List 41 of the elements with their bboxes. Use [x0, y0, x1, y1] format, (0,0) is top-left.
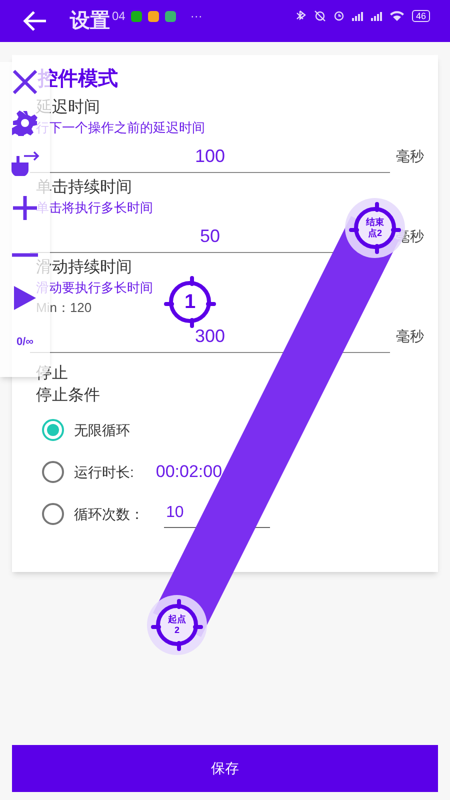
section-title: 控件模式: [38, 67, 119, 92]
setting-label: 单击持续时间: [35, 178, 133, 198]
option-label: 运行时长:: [74, 462, 134, 482]
option-label: 无限循环: [74, 420, 130, 440]
alarm-icon: [334, 11, 344, 21]
count-field[interactable]: 10: [166, 500, 184, 524]
duration-value[interactable]: 00:02:00: [156, 459, 222, 485]
status-time: 04: [112, 8, 126, 25]
close-icon[interactable]: [11, 68, 39, 96]
radio-button[interactable]: [42, 461, 64, 483]
value-field[interactable]: 50: [200, 223, 220, 249]
loop-counter: 0/∞: [16, 335, 34, 350]
stop-heading: 停止: [35, 364, 69, 384]
radio-button[interactable]: [42, 419, 64, 441]
setting-label: 滑动持续时间: [35, 258, 133, 278]
minus-icon[interactable]: [11, 252, 39, 258]
signal-icon: [370, 11, 382, 21]
app-notification-icon: [131, 10, 142, 22]
value-field[interactable]: 100: [194, 143, 226, 169]
more-notifications: ···: [190, 8, 202, 25]
swipe-point-marker[interactable]: 起点2: [147, 595, 207, 655]
mute-icon: [314, 10, 326, 22]
swipe-gesture-icon[interactable]: [10, 150, 40, 176]
unit-label: 毫秒: [396, 147, 424, 166]
value-field[interactable]: 300: [194, 323, 226, 349]
screen-title: 设置: [70, 9, 110, 34]
app-notification-icon: [165, 10, 176, 22]
stop-condition-label: 停止条件: [35, 386, 101, 406]
settings-icon[interactable]: [12, 110, 38, 136]
play-icon[interactable]: [12, 284, 38, 312]
option-label: 循环次数：: [74, 504, 144, 524]
battery-indicator: 46: [412, 10, 430, 22]
back-icon[interactable]: [22, 10, 48, 32]
signal-icon: [352, 11, 363, 21]
unit-label: 毫秒: [396, 327, 424, 346]
wifi-icon: [390, 11, 404, 21]
radio-button[interactable]: [42, 503, 64, 525]
app-notification-icon: [148, 10, 160, 22]
save-button[interactable]: 保存: [12, 745, 438, 792]
setting-label: 延迟时间: [35, 98, 101, 118]
bluetooth-icon: [296, 10, 306, 22]
